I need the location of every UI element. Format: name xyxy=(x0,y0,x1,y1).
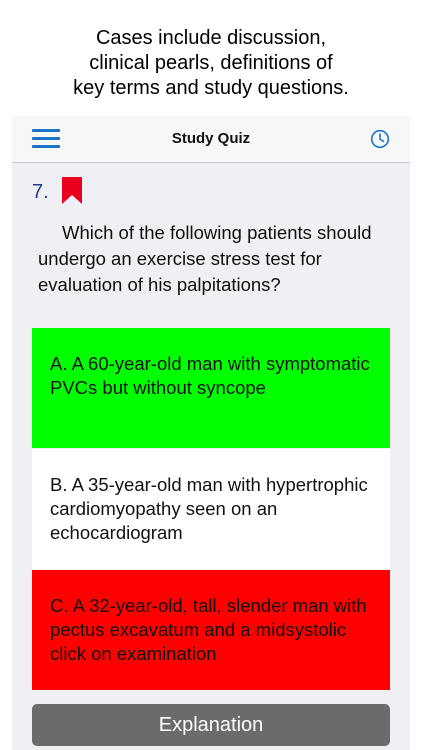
clock-icon[interactable] xyxy=(370,129,390,149)
page-title: Study Quiz xyxy=(171,130,251,147)
promo-caption: Cases include discussion, clinical pearl… xyxy=(0,26,422,101)
explanation-button[interactable]: Explanation xyxy=(32,704,390,746)
answer-option-b[interactable]: B. A 35-year-old man with hypertrophic c… xyxy=(32,449,390,569)
bookmark-icon[interactable] xyxy=(62,177,82,204)
answer-option-c[interactable]: C. A 32-year-old, tall, slender man with… xyxy=(32,570,390,690)
caption-line-2: clinical pearls, definitions of xyxy=(89,52,333,74)
navigation-bar: Study Quiz xyxy=(12,116,410,163)
caption-line-3: key terms and study questions. xyxy=(73,77,349,99)
answer-option-a[interactable]: A. A 60-year-old man with symptomatic PV… xyxy=(32,328,390,448)
question-text: Which of the following patients should u… xyxy=(38,222,372,295)
caption-line-1: Cases include discussion, xyxy=(95,27,327,49)
app-screen: Study Quiz 7. Which of the following pat… xyxy=(12,116,410,750)
question-number: 7. xyxy=(32,181,49,203)
